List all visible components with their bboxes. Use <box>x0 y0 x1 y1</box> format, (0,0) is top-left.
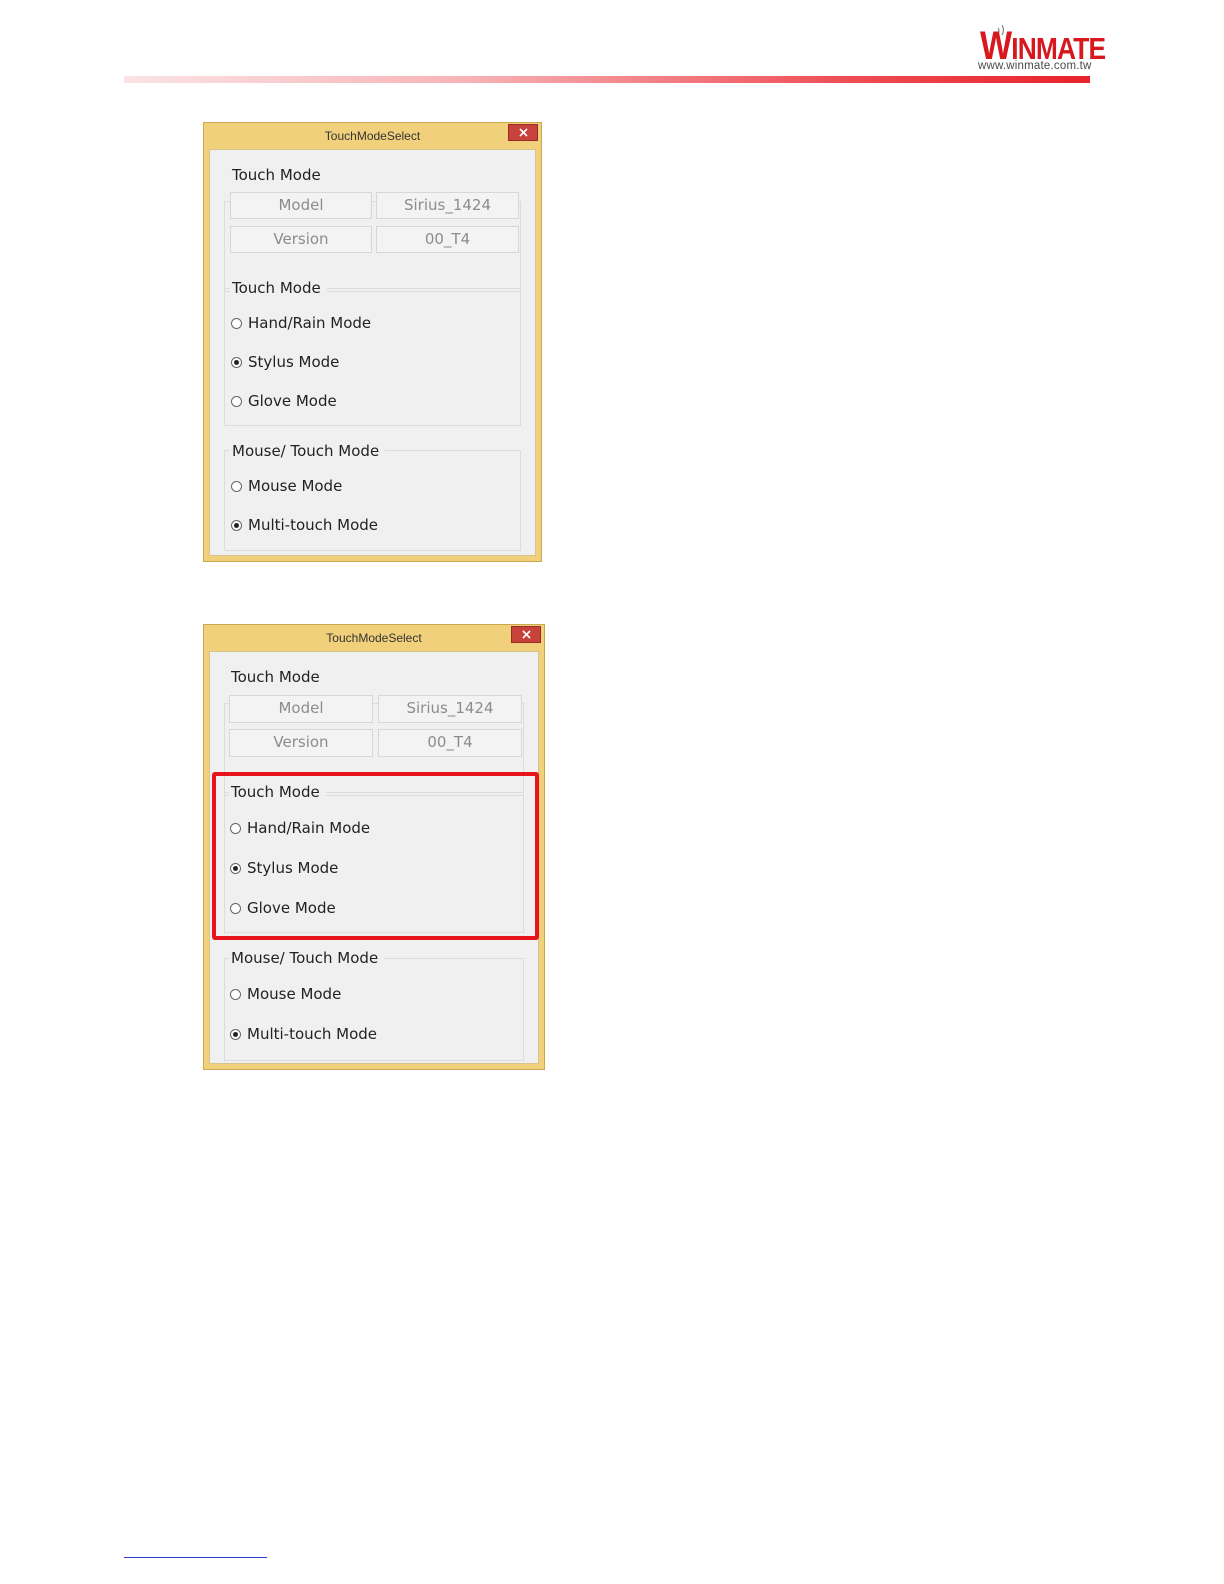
close-button[interactable] <box>508 124 538 141</box>
model-label: Model <box>230 192 372 219</box>
radio-multi-touch-mode[interactable]: Multi-touch Mode <box>230 1025 377 1043</box>
close-icon <box>521 630 531 639</box>
radio-label: Glove Mode <box>248 392 337 410</box>
winmate-logo: WINMATE www.winmate.com.tw <box>972 22 1106 74</box>
mouse-touch-group <box>224 958 524 1061</box>
radio-hand-rain-mode[interactable]: Hand/Rain Mode <box>231 314 371 332</box>
info-group-label: Touch Mode <box>229 668 326 686</box>
radio-button-icon[interactable] <box>230 988 241 1000</box>
version-label: Version <box>230 226 372 253</box>
radio-label: Mouse Mode <box>248 477 343 495</box>
touch-mode-select-window: TouchModeSelect Touch Mode Model Sirius_… <box>203 122 542 562</box>
model-label: Model <box>229 695 373 723</box>
close-icon <box>518 128 528 137</box>
logo-url: www.winmate.com.tw <box>978 60 1092 72</box>
model-value: Sirius_1424 <box>378 695 522 723</box>
mouse-touch-group-label: Mouse/ Touch Mode <box>229 949 385 967</box>
touch-mode-group-label: Touch Mode <box>230 279 327 297</box>
radio-stylus-mode[interactable]: Stylus Mode <box>231 353 339 371</box>
dialog-client-area: Touch Mode Model Sirius_1424 Version 00_… <box>209 149 536 556</box>
model-value: Sirius_1424 <box>376 192 519 219</box>
radio-label: Hand/Rain Mode <box>248 314 372 332</box>
radio-label: Multi-touch Mode <box>248 516 379 534</box>
radio-label: Multi-touch Mode <box>247 1025 378 1043</box>
close-button[interactable] <box>511 626 541 643</box>
radio-button-selected-icon[interactable] <box>230 1028 241 1040</box>
version-label: Version <box>229 729 373 757</box>
radio-mouse-mode[interactable]: Mouse Mode <box>231 477 342 495</box>
titlebar: TouchModeSelect <box>204 123 541 149</box>
window-title: TouchModeSelect <box>326 631 422 645</box>
header-divider <box>124 76 1090 83</box>
info-group-label: Touch Mode <box>230 166 327 184</box>
radio-button-icon[interactable] <box>231 317 242 329</box>
radio-label: Mouse Mode <box>247 985 342 1003</box>
radio-button-selected-icon[interactable] <box>231 356 242 368</box>
footer-link-underline <box>124 1557 267 1558</box>
version-value: 00_T4 <box>378 729 522 757</box>
radio-button-icon[interactable] <box>231 480 242 492</box>
mouse-touch-group-label: Mouse/ Touch Mode <box>230 442 386 460</box>
radio-button-selected-icon[interactable] <box>231 519 242 531</box>
titlebar: TouchModeSelect <box>204 625 544 651</box>
radio-mouse-mode[interactable]: Mouse Mode <box>230 985 341 1003</box>
version-value: 00_T4 <box>376 226 519 253</box>
mouse-touch-group <box>224 450 521 551</box>
highlight-annotation <box>212 772 539 940</box>
radio-button-icon[interactable] <box>231 395 242 407</box>
window-title: TouchModeSelect <box>324 129 421 143</box>
radio-glove-mode[interactable]: Glove Mode <box>231 392 337 410</box>
radio-multi-touch-mode[interactable]: Multi-touch Mode <box>231 516 378 534</box>
radio-label: Stylus Mode <box>248 353 340 371</box>
